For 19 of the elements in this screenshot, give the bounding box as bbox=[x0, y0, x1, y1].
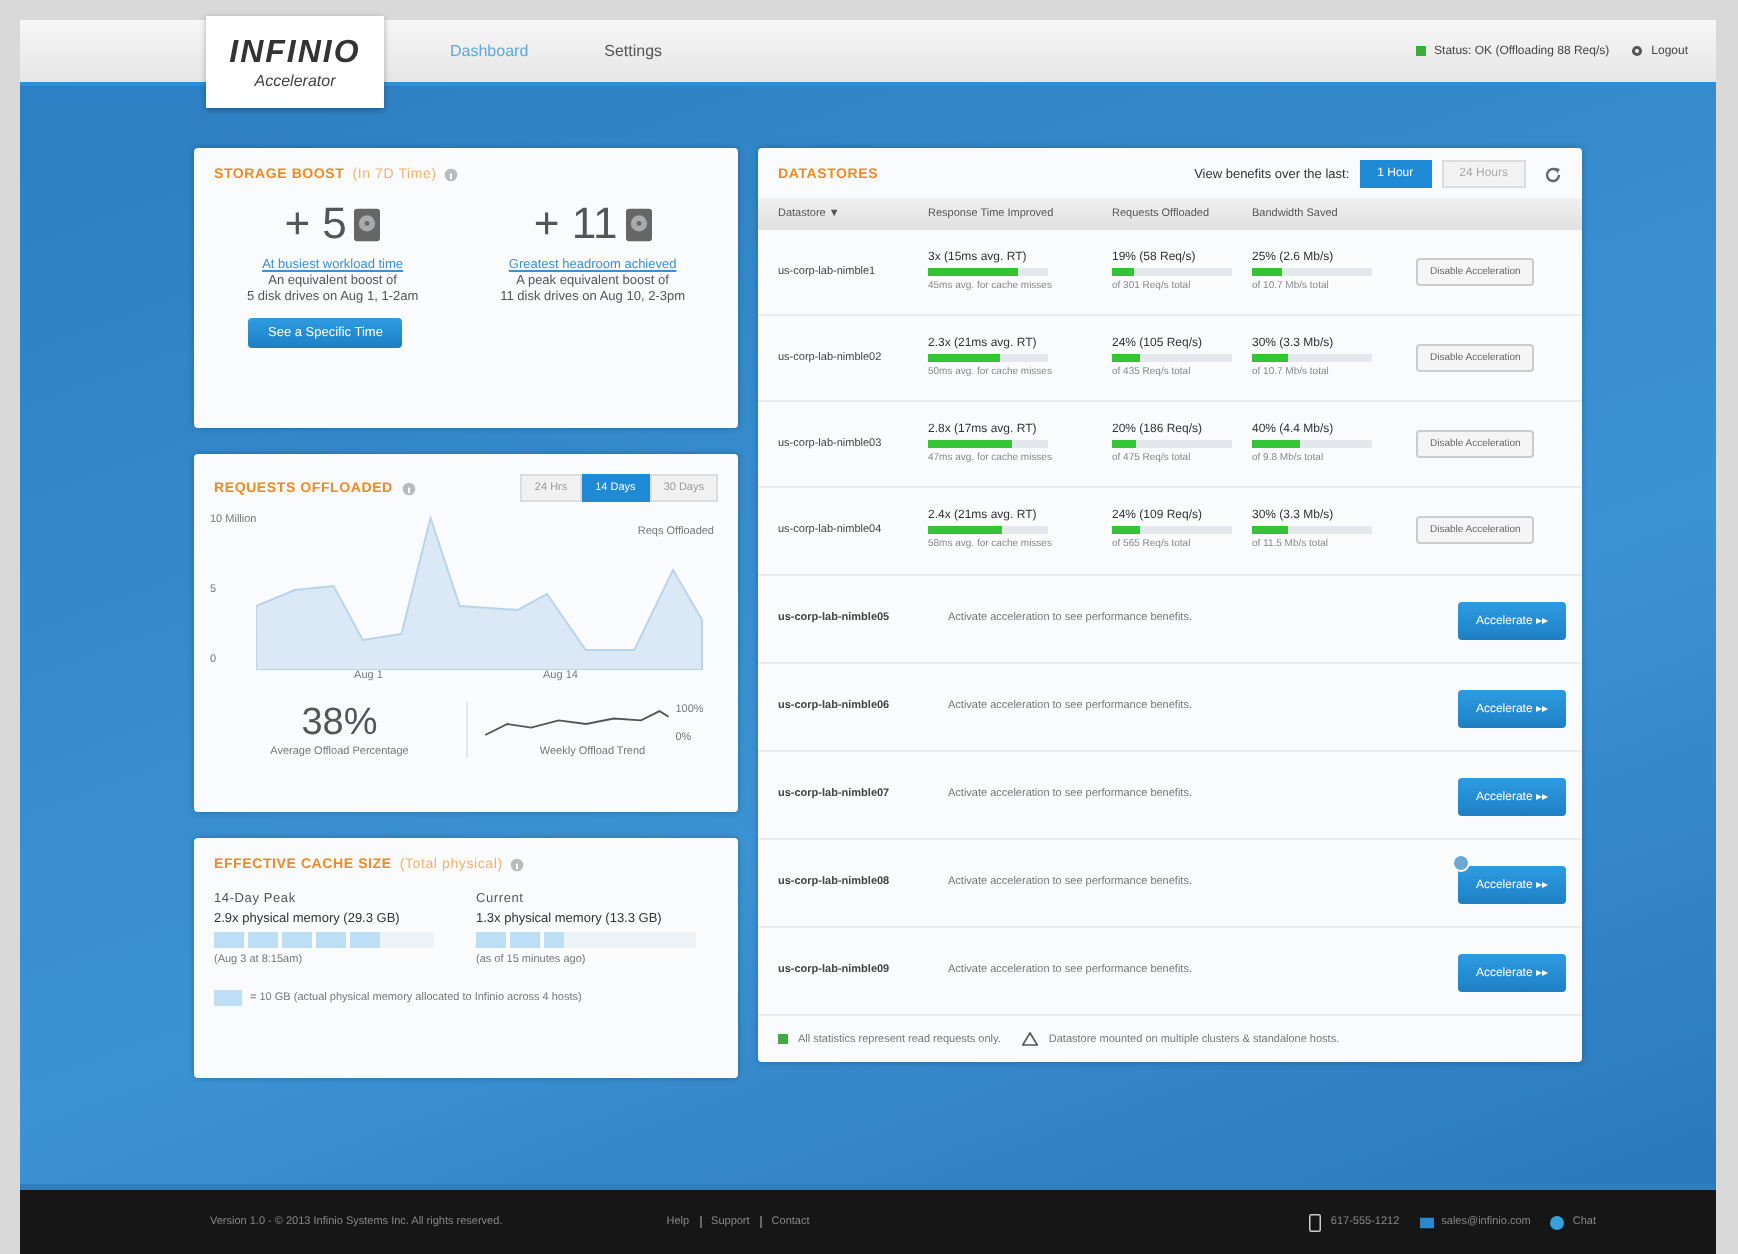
info-icon bbox=[510, 858, 525, 872]
memory-block bbox=[214, 990, 242, 1006]
envelope-icon bbox=[1419, 1213, 1434, 1231]
nav-tab[interactable]: Settings bbox=[604, 42, 663, 60]
warning-icon bbox=[1022, 1032, 1039, 1047]
boost-value: + 11 bbox=[533, 198, 618, 250]
hard-drive-icon bbox=[625, 207, 652, 241]
phone-icon bbox=[1308, 1213, 1323, 1231]
info-icon bbox=[402, 481, 417, 495]
boost-value: + 5 bbox=[284, 198, 347, 250]
status-icon bbox=[1416, 46, 1427, 56]
logo-text: INFINIO bbox=[229, 35, 361, 71]
info-icon bbox=[444, 168, 459, 182]
chat-bubble-icon bbox=[1550, 1213, 1565, 1231]
refresh-icon[interactable] bbox=[1544, 165, 1562, 183]
nav-tab[interactable]: Dashboard bbox=[450, 42, 529, 60]
hard-drive-icon bbox=[354, 207, 381, 241]
logo-subtitle: Accelerator bbox=[254, 71, 336, 89]
offload-percentage: 38% bbox=[301, 702, 378, 746]
